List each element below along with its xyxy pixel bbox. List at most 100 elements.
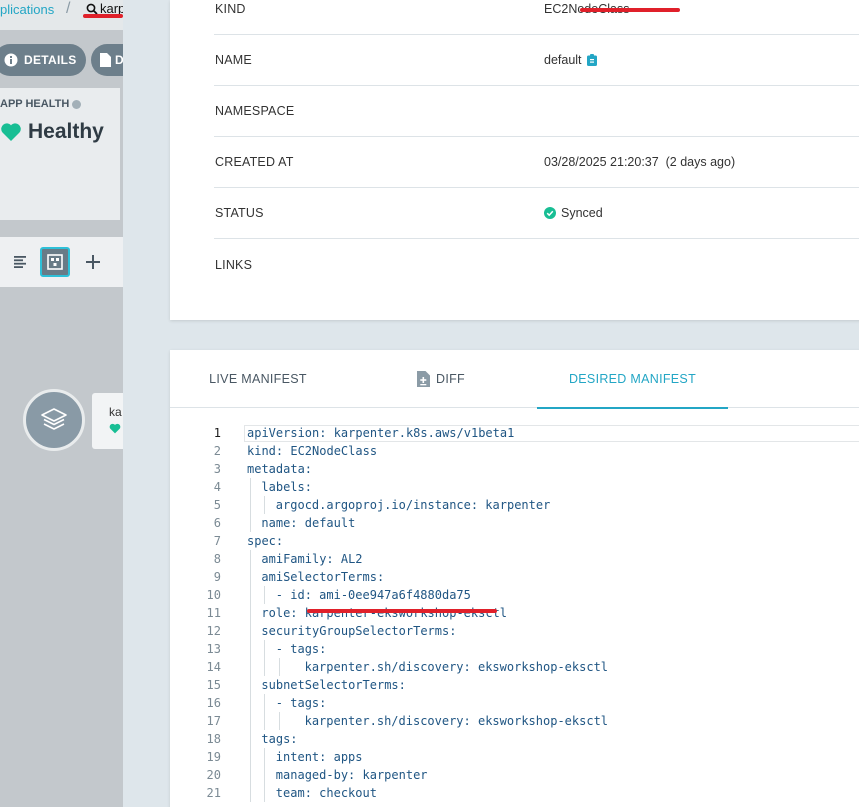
code-text: amiSelectorTerms: [261, 570, 385, 584]
code-line: 4 labels: [170, 478, 859, 496]
tab-live-manifest[interactable]: LIVE MANIFEST [170, 350, 346, 408]
line-number: 17 [206, 714, 221, 728]
line-number: 10 [206, 588, 221, 602]
line-number: 1 [213, 426, 221, 440]
zoom-in-button[interactable] [78, 247, 108, 277]
network-icon [47, 254, 63, 270]
code-line: 20 managed-by: karpenter [170, 766, 859, 784]
summary-value: 03/28/2025 21:20:37 (2 days ago) [544, 155, 736, 169]
summary-card: KIND EC2NodeClass NAME default NAMESPACE… [170, 0, 859, 320]
code-text: tags: [261, 732, 298, 746]
code-line: 1 apiVersion: karpenter.k8s.aws/v1beta1 [170, 424, 859, 442]
indent-guide [264, 694, 266, 712]
line-number: 12 [206, 624, 221, 638]
indent-guide [250, 640, 251, 658]
code-line: 14 karpenter.sh/discovery: eksworkshop-ek… [170, 658, 859, 676]
summary-value: default [544, 53, 582, 67]
indent-guide [250, 784, 251, 802]
code-line: 15 subnetSelectorTerms: [170, 676, 859, 694]
resource-node-name: ka [109, 405, 122, 419]
indent-guide [250, 748, 251, 766]
summary-row-name: NAME default [214, 35, 859, 86]
line-number: 7 [213, 534, 221, 548]
heart-icon [109, 423, 121, 434]
highlight-underline [580, 8, 680, 12]
line-number: 6 [213, 516, 221, 530]
breadcrumb-applications-link[interactable]: plications [0, 2, 54, 17]
app-details-background: plications / karp DETAILS D APP HEALTH H… [0, 0, 123, 807]
app-health-panel: APP HEALTH Healthy [0, 88, 120, 220]
list-icon [14, 256, 26, 268]
details-button-label: DETAILS [24, 53, 77, 67]
code-text: spec: [247, 534, 284, 548]
layers-icon [41, 408, 67, 430]
resource-node-card[interactable]: ka [92, 393, 123, 449]
copy-icon[interactable] [586, 54, 597, 66]
indent-guide [250, 478, 251, 496]
line-number: 19 [206, 750, 221, 764]
summary-key: CREATED AT [215, 155, 294, 169]
diff-button-label: D [115, 53, 123, 67]
tab-desired-manifest[interactable]: DESIRED MANIFEST [537, 350, 728, 409]
code-text: kind: EC2NodeClass [247, 444, 378, 458]
help-icon[interactable] [72, 99, 82, 109]
indent-guide [250, 694, 251, 712]
tab-diff[interactable]: DIFF [346, 350, 536, 408]
highlight-underline [307, 609, 497, 613]
indent-guide [250, 568, 251, 586]
line-number: 15 [206, 678, 221, 692]
resource-details-panel: KIND EC2NodeClass NAME default NAMESPACE… [123, 0, 859, 807]
app-health-status: Healthy [0, 120, 104, 144]
network-view-button[interactable] [40, 247, 70, 277]
line-number: 18 [206, 732, 221, 746]
indent-guide [250, 712, 251, 730]
summary-value: Synced [561, 206, 603, 220]
indent-guide [250, 604, 251, 622]
indent-guide [250, 730, 251, 748]
indent-guide [264, 658, 266, 676]
code-text: metadata: [247, 462, 313, 476]
line-number: 4 [213, 480, 221, 494]
indent-guide [278, 658, 280, 676]
line-number: 20 [206, 768, 221, 782]
indent-guide [250, 586, 251, 604]
summary-key: LINKS [215, 257, 253, 272]
details-button[interactable]: DETAILS [0, 44, 86, 76]
summary-value-status: Synced [544, 206, 603, 220]
resource-node-icon[interactable] [23, 389, 85, 451]
indent-guide [264, 640, 266, 658]
summary-key: KIND [215, 2, 246, 16]
code-text: name: default [261, 516, 356, 530]
indent-guide [264, 712, 266, 730]
summary-row-namespace: NAMESPACE [214, 86, 859, 137]
list-view-button[interactable] [6, 247, 36, 277]
info-icon [4, 53, 18, 67]
line-number: 16 [206, 696, 221, 710]
indent-guide [264, 766, 266, 784]
code-line: 21 team: checkout [170, 784, 859, 802]
diff-button[interactable]: D [91, 44, 123, 76]
breadcrumb: plications / karp [0, 0, 123, 30]
code-text: - tags: [275, 642, 327, 656]
summary-row-kind: KIND EC2NodeClass [214, 0, 859, 35]
code-line: 19 intent: apps [170, 748, 859, 766]
line-number: 21 [206, 786, 221, 800]
code-text: managed-by: karpenter [275, 768, 428, 782]
line-number: 2 [213, 444, 221, 458]
file-diff-icon [417, 371, 430, 387]
code-line: 5 argocd.argoproj.io/instance: karpenter [170, 496, 859, 514]
code-text: argocd.argoproj.io/instance: karpenter [275, 498, 551, 512]
code-line: 10 - id: ami-0ee947a6f4880da75 [170, 586, 859, 604]
code-line: 11 role: karpenter-eksworkshop-eksctl [170, 604, 859, 622]
indent-guide [264, 496, 266, 514]
line-number: 11 [206, 606, 221, 620]
code-text: subnetSelectorTerms: [261, 678, 406, 692]
code-line: 16 - tags: [170, 694, 859, 712]
view-toolbar [0, 237, 123, 287]
code-line: 12 securityGroupSelectorTerms: [170, 622, 859, 640]
line-number: 3 [213, 462, 221, 476]
code-line: 9 amiSelectorTerms: [170, 568, 859, 586]
line-number: 8 [213, 552, 221, 566]
code-line: 17 karpenter.sh/discovery: eksworkshop-ek… [170, 712, 859, 730]
summary-key: NAME [215, 53, 252, 67]
